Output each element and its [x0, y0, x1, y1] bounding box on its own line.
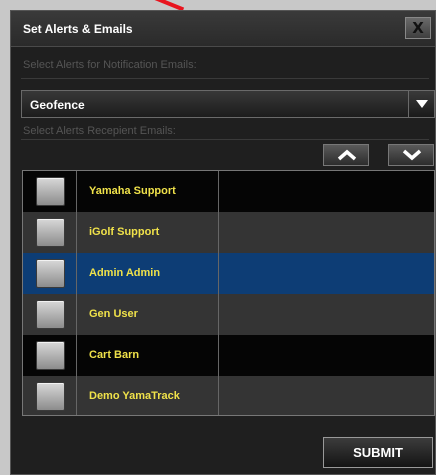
list-item[interactable]: Cart Barn	[23, 335, 434, 376]
list-item[interactable]: Demo YamaTrack	[23, 376, 434, 415]
recipients-section-label: Select Alerts Recepient Emails:	[23, 125, 176, 137]
recipient-checkbox[interactable]	[36, 218, 65, 247]
divider	[21, 139, 429, 140]
recipient-name: iGolf Support	[89, 226, 160, 238]
recipient-name: Gen User	[89, 308, 138, 320]
alerts-dialog: Set Alerts & Emails X Select Alerts for …	[10, 10, 436, 475]
divider	[21, 78, 429, 79]
alert-type-value: Geofence	[30, 98, 85, 112]
recipient-checkbox[interactable]	[36, 177, 65, 206]
dialog-titlebar: Set Alerts & Emails X	[11, 11, 435, 47]
recipient-name: Demo YamaTrack	[89, 390, 180, 402]
recipient-name: Cart Barn	[89, 349, 140, 361]
chevron-up-icon	[337, 149, 357, 161]
close-button[interactable]: X	[405, 17, 431, 39]
list-item[interactable]: Yamaha Support	[23, 171, 434, 212]
scroll-up-button[interactable]	[323, 144, 369, 166]
list-item[interactable]: Gen User	[23, 294, 434, 335]
chevron-down-icon	[402, 149, 422, 161]
alert-type-select[interactable]: Geofence	[21, 90, 435, 118]
list-item[interactable]: Admin Admin	[23, 253, 434, 294]
recipient-checkbox[interactable]	[36, 382, 65, 411]
recipient-name: Admin Admin	[89, 267, 161, 279]
recipient-name: Yamaha Support	[89, 185, 176, 197]
submit-button[interactable]: SUBMIT	[323, 437, 433, 468]
scroll-down-button[interactable]	[388, 144, 434, 166]
alerts-section-label: Select Alerts for Notification Emails:	[23, 59, 197, 71]
recipient-list: Yamaha Support iGolf Support Admin Admin…	[22, 170, 435, 416]
dialog-title: Set Alerts & Emails	[23, 22, 133, 36]
list-item[interactable]: iGolf Support	[23, 212, 434, 253]
recipient-checkbox[interactable]	[36, 300, 65, 329]
recipient-checkbox[interactable]	[36, 341, 65, 370]
chevron-down-icon[interactable]	[408, 91, 434, 117]
recipient-checkbox[interactable]	[36, 259, 65, 288]
